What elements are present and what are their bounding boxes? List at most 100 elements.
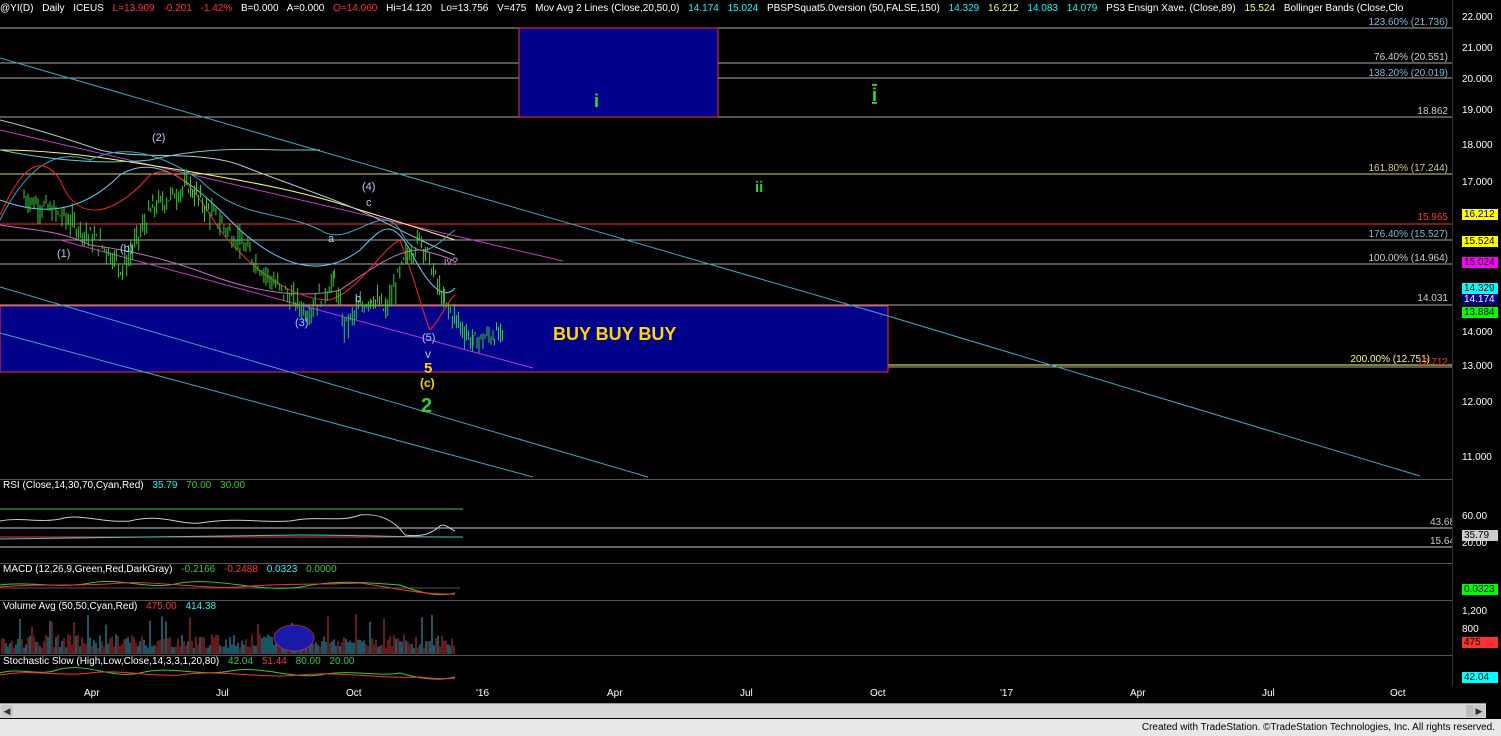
ytick: 20.000	[1462, 74, 1493, 85]
rsi-label: RSI (Close,14,30,70,Cyan,Red) 35.79 70.0…	[3, 480, 246, 491]
ytick: 12.000	[1462, 397, 1493, 408]
target-i-label: i	[872, 85, 877, 105]
ytick: 14.000	[1462, 327, 1493, 338]
scroll-right-icon[interactable]: ▶	[1473, 705, 1485, 717]
study2-v1: 14.329	[948, 3, 980, 14]
exchange: ICEUS	[73, 3, 104, 14]
fib-label-5: 161.80% (17.244)	[1368, 163, 1448, 174]
xtick: Oct	[1390, 688, 1406, 699]
wave-b-label: (b)	[120, 243, 133, 255]
price-tag: 14.329	[1462, 283, 1498, 294]
macd-tag: 0.0323	[1462, 584, 1498, 595]
macd-label: MACD (12,26,9,Green,Red,DarkGray) -0.216…	[3, 564, 337, 575]
study2-name: PBSPSquat5.0version (50,FALSE,150)	[766, 3, 940, 14]
chart-header: @YI(D) Daily ICEUS L=13.909 -0.201 -1.42…	[0, 0, 1450, 17]
volume-tag: 475	[1462, 637, 1498, 648]
rsi-tick: 60.00	[1462, 511, 1488, 522]
wave-5-big-label: 5	[424, 360, 432, 377]
wave-3-label: (3)	[295, 317, 308, 329]
horizontal-scrollbar[interactable]: ◀ ▶	[0, 703, 1486, 718]
volume: V=475	[497, 3, 527, 14]
wave-5-label: (5)	[422, 332, 435, 344]
volume-tick: 1,200	[1462, 606, 1488, 617]
study3-name: PS3 Ensign Xave. (Close,89)	[1106, 3, 1236, 14]
ytick: 13.000	[1462, 361, 1493, 372]
fib-label-9: 14.031	[1417, 293, 1448, 304]
xtick: Apr	[84, 688, 100, 699]
target-ii-label: ii	[755, 179, 763, 196]
wave-4-label: (4)	[362, 181, 375, 193]
study4-name: Bollinger Bands (Close,Clo	[1283, 3, 1404, 14]
wave-b2-label: b	[355, 293, 361, 305]
rsi-pane[interactable]: 43.68 15.64	[0, 479, 1452, 563]
fib-label-1: 123.60% (21.736)	[1368, 17, 1448, 28]
price-tag: 13.884	[1462, 307, 1498, 318]
price-tag: 15.024	[1462, 257, 1498, 268]
price-change: -0.201	[163, 3, 192, 14]
high: Hi=14.120	[386, 3, 432, 14]
volume-highlight	[273, 624, 315, 652]
buy-zone-box	[0, 305, 889, 373]
volume-label: Volume Avg (50,50,Cyan,Red) 475.00 414.3…	[3, 601, 217, 612]
buy-zone-label: BUY BUY BUY	[553, 324, 676, 344]
fib-label-11: 12.712	[1417, 357, 1448, 368]
study1-v2: 15.024	[727, 3, 759, 14]
wave-2-label: (2)	[152, 132, 165, 144]
fib-label-8: 100.00% (14.964)	[1368, 253, 1448, 264]
study2-v4: 14.079	[1066, 3, 1098, 14]
ask: A=0.000	[286, 3, 325, 14]
rsi-low-line-label: 15.64	[1430, 536, 1452, 547]
volume-tick: 800	[1462, 624, 1479, 635]
xtick: Oct	[870, 688, 886, 699]
wave-v-label: v	[425, 347, 431, 361]
open: O=14.060	[333, 3, 378, 14]
study3-v1: 15.524	[1244, 3, 1276, 14]
xtick: '16	[476, 688, 490, 699]
wave-c-label: c	[366, 197, 372, 209]
wave-iv-label: iv?	[444, 256, 458, 268]
xtick: '17	[1000, 688, 1014, 699]
interval: Daily	[42, 3, 65, 14]
symbol: @YI(D)	[0, 3, 34, 14]
price-tag: 15.524	[1462, 236, 1498, 247]
low: Lo=13.756	[440, 3, 489, 14]
fib-label-2: 76.40% (20.551)	[1374, 52, 1448, 63]
bid: B=0.000	[241, 3, 279, 14]
stochastic-label: Stochastic Slow (High,Low,Close,14,3,3,1…	[3, 656, 355, 667]
study2-v3: 14.083	[1027, 3, 1058, 14]
xtick: Oct	[346, 688, 362, 699]
xtick: Apr	[607, 688, 623, 699]
ytick: 21.000	[1462, 43, 1493, 54]
scroll-left-icon[interactable]: ◀	[1, 705, 13, 717]
study2-v2: 16.212	[988, 3, 1019, 14]
ytick: 18.000	[1462, 140, 1493, 151]
footer-credit: Created with TradeStation. ©TradeStation…	[0, 719, 1501, 736]
target-box-i	[518, 27, 719, 118]
wave-c-big-label: (c)	[420, 376, 435, 390]
fib-label-6: 15.965	[1417, 212, 1448, 223]
rsi-tag: 35.79	[1462, 530, 1498, 541]
price-change-pct: -1.42%	[200, 3, 233, 14]
study1-v1: 14.174	[688, 3, 719, 14]
ytick: 22.000	[1462, 12, 1493, 23]
xtick: Apr	[1130, 688, 1146, 699]
target-box-i-label: i	[594, 91, 599, 111]
rsi-high-line-label: 43.68	[1430, 517, 1452, 528]
ytick: 11.000	[1462, 452, 1492, 463]
ytick: 17.000	[1462, 177, 1493, 188]
ytick: 19.000	[1462, 105, 1493, 116]
stochastic-tag: 42.04	[1462, 672, 1498, 683]
fib-label-7: 176.40% (15.527)	[1368, 229, 1448, 240]
wave-1-label: (1)	[57, 248, 70, 260]
price-tag: 14.174	[1462, 294, 1498, 305]
xtick: Jul	[216, 688, 229, 699]
wave-a-label: a	[328, 233, 335, 245]
fib-label-4: 18.862	[1417, 106, 1448, 117]
fib-label-3: 138.20% (20.019)	[1368, 68, 1448, 79]
wave-2-big-label: 2	[421, 395, 432, 417]
price-chart[interactable]: i BUY BUY BUY (1) (b) (2) (3) a b c (4) …	[0, 17, 1452, 479]
volume-pane[interactable]	[0, 600, 1452, 655]
xtick: Jul	[740, 688, 753, 699]
price-tag: 16.212	[1462, 209, 1498, 220]
study1-name: Mov Avg 2 Lines (Close,20,50,0)	[535, 3, 680, 14]
